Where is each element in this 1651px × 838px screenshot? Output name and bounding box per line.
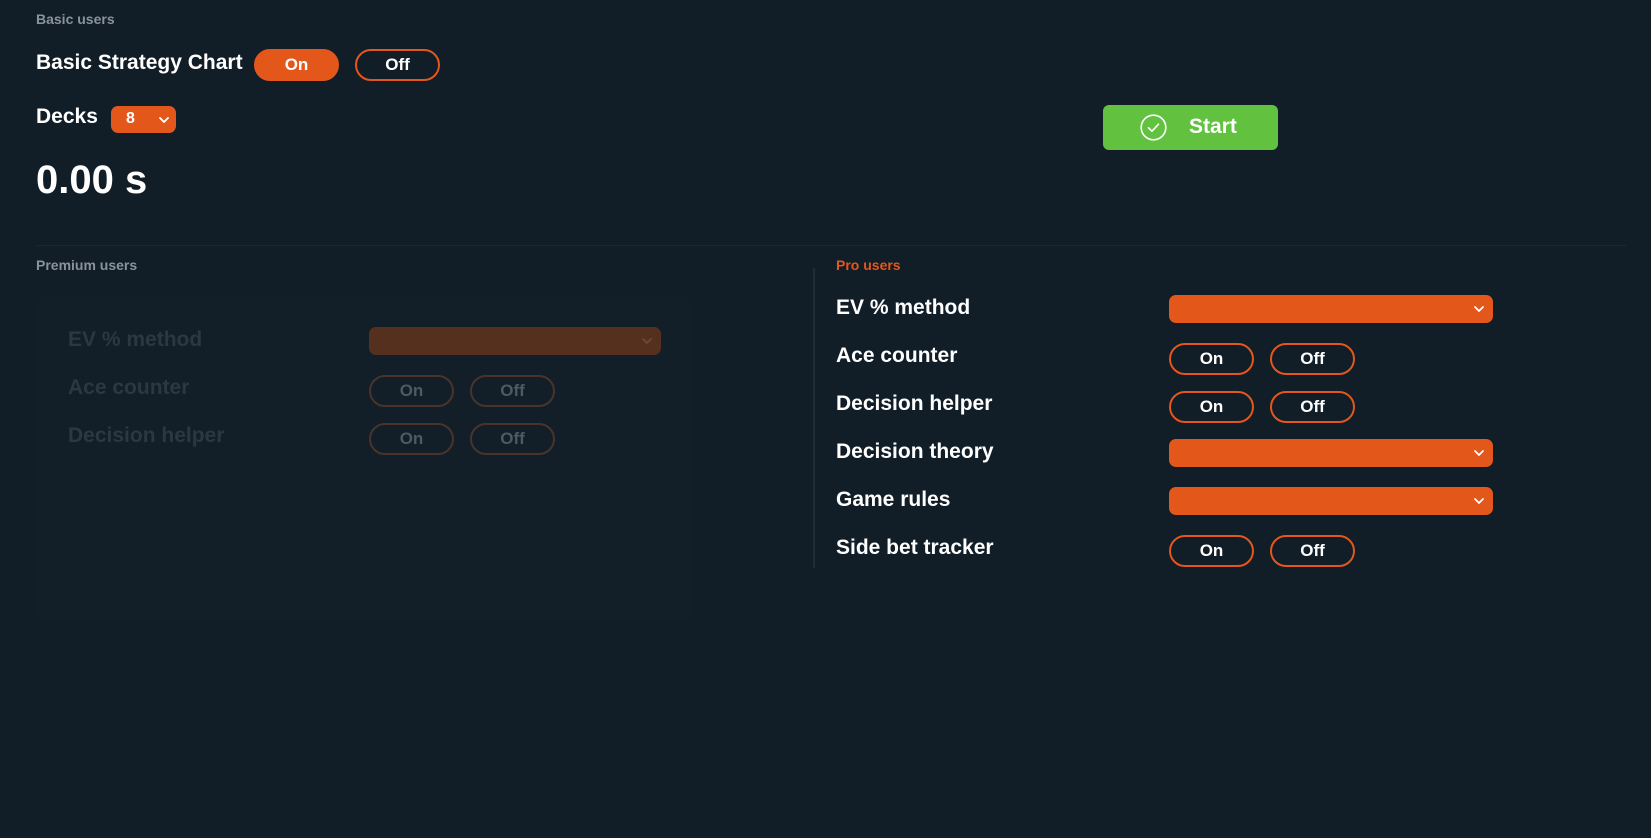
chevron-down-icon bbox=[1473, 495, 1485, 507]
decks-value: 8 bbox=[126, 110, 135, 127]
pro-game-rules-select[interactable] bbox=[1169, 487, 1493, 515]
premium-ace-counter-off-button: Off bbox=[470, 375, 555, 407]
pro-ev-method-label: EV % method bbox=[836, 296, 971, 319]
pro-decision-theory-label: Decision theory bbox=[836, 440, 994, 463]
pro-users-heading: Pro users bbox=[836, 257, 901, 273]
premium-decision-helper-off-button: Off bbox=[470, 423, 555, 455]
decks-select[interactable]: 8 bbox=[111, 106, 176, 133]
pro-ace-counter-label: Ace counter bbox=[836, 344, 958, 367]
basic-strategy-chart-label: Basic Strategy Chart bbox=[36, 51, 243, 74]
pro-side-bet-tracker-label: Side bet tracker bbox=[836, 536, 994, 559]
decks-label: Decks bbox=[36, 105, 98, 128]
pro-ev-method-select[interactable] bbox=[1169, 295, 1493, 323]
pro-decision-helper-label: Decision helper bbox=[836, 392, 993, 415]
premium-ev-method-select bbox=[369, 327, 661, 355]
column-divider bbox=[813, 268, 815, 568]
basic-users-heading: Basic users bbox=[36, 11, 115, 27]
pro-ace-counter-on-button[interactable]: On bbox=[1169, 343, 1254, 375]
basic-strategy-on-button[interactable]: On bbox=[254, 49, 339, 81]
chevron-down-icon bbox=[158, 114, 170, 126]
premium-users-heading: Premium users bbox=[36, 257, 138, 273]
chevron-down-icon bbox=[641, 335, 653, 347]
pro-decision-theory-select[interactable] bbox=[1169, 439, 1493, 467]
basic-strategy-off-button[interactable]: Off bbox=[355, 49, 440, 81]
start-button[interactable]: Start bbox=[1103, 105, 1278, 150]
premium-decision-helper-label: Decision helper bbox=[68, 424, 225, 447]
check-circle-icon bbox=[1140, 114, 1167, 141]
premium-ace-counter-on-button: On bbox=[369, 375, 454, 407]
start-button-label: Start bbox=[1189, 115, 1237, 138]
pro-game-rules-label: Game rules bbox=[836, 488, 951, 511]
section-divider bbox=[36, 245, 1626, 246]
premium-decision-helper-on-button: On bbox=[369, 423, 454, 455]
pro-side-bet-tracker-on-button[interactable]: On bbox=[1169, 535, 1254, 567]
chevron-down-icon bbox=[1473, 303, 1485, 315]
pro-decision-helper-on-button[interactable]: On bbox=[1169, 391, 1254, 423]
premium-ace-counter-label: Ace counter bbox=[68, 376, 190, 399]
pro-decision-helper-off-button[interactable]: Off bbox=[1270, 391, 1355, 423]
pro-ace-counter-off-button[interactable]: Off bbox=[1270, 343, 1355, 375]
chevron-down-icon bbox=[1473, 447, 1485, 459]
timer-display: 0.00 s bbox=[36, 158, 148, 202]
pro-side-bet-tracker-off-button[interactable]: Off bbox=[1270, 535, 1355, 567]
premium-ev-method-label: EV % method bbox=[68, 328, 203, 351]
